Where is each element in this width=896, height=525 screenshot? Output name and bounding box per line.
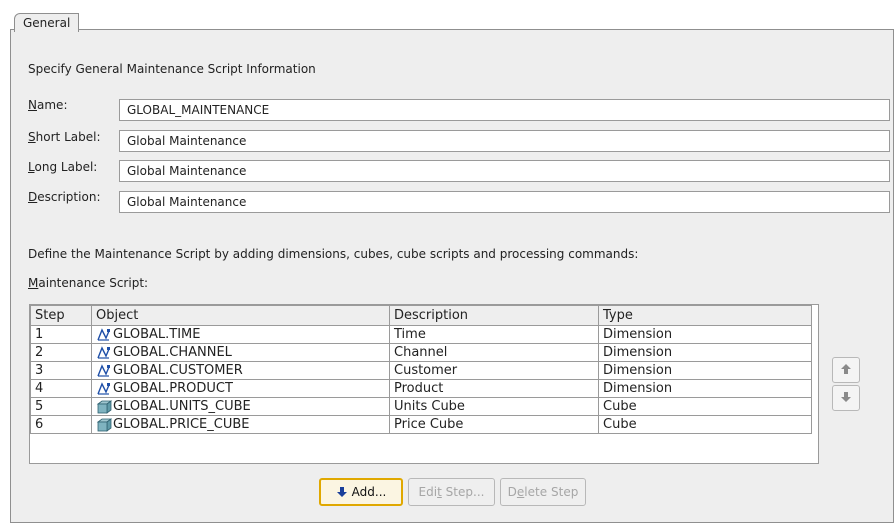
long-label-field[interactable] xyxy=(119,160,890,182)
table-row[interactable]: 1 GLOBAL.TIME Time Dimension xyxy=(30,325,812,344)
table-cell-step: 1 xyxy=(30,325,92,344)
instructions-text: Define the Maintenance Script by adding … xyxy=(28,247,639,261)
name-field[interactable] xyxy=(119,99,890,121)
description-label: Description: xyxy=(28,190,101,204)
table-cell-step: 2 xyxy=(30,343,92,362)
table-cell-step: 5 xyxy=(30,397,92,416)
table-cell-object: GLOBAL.TIME xyxy=(91,325,390,344)
table-cell-description: Units Cube xyxy=(389,397,599,416)
short-label-field[interactable] xyxy=(119,130,890,152)
description-field[interactable] xyxy=(119,191,890,213)
object-name: GLOBAL.CUSTOMER xyxy=(113,363,243,378)
table-cell-object: GLOBAL.PRICE_CUBE xyxy=(91,415,390,434)
object-name: GLOBAL.TIME xyxy=(113,327,201,342)
table-cell-description: Time xyxy=(389,325,599,344)
add-button-label: Add... xyxy=(351,485,387,499)
table-cell-step: 4 xyxy=(30,379,92,398)
table-cell-object: GLOBAL.CHANNEL xyxy=(91,343,390,362)
long-label-label: Long Label: xyxy=(28,160,98,174)
cube-icon xyxy=(96,399,113,414)
column-header-object[interactable]: Object xyxy=(91,305,390,326)
move-up-button[interactable] xyxy=(832,357,860,383)
table-cell-type: Cube xyxy=(598,415,812,434)
object-name: GLOBAL.UNITS_CUBE xyxy=(113,399,251,414)
edit-step-button-label: Edit Step... xyxy=(418,485,485,499)
tab-general[interactable]: General xyxy=(14,13,80,32)
column-header-description[interactable]: Description xyxy=(389,305,599,326)
arrow-down-icon xyxy=(839,390,853,407)
delete-step-button-label: Delete Step xyxy=(507,485,579,499)
dimension-icon xyxy=(96,381,112,396)
move-down-button[interactable] xyxy=(832,385,860,411)
column-header-type[interactable]: Type xyxy=(598,305,812,326)
maintenance-script-table[interactable]: Step Object Description Type 1 GLOBAL.TIM… xyxy=(29,304,819,464)
delete-step-button[interactable]: Delete Step xyxy=(500,478,586,506)
table-cell-type: Dimension xyxy=(598,379,812,398)
table-cell-object: GLOBAL.CUSTOMER xyxy=(91,361,390,380)
table-cell-step: 6 xyxy=(30,415,92,434)
dimension-icon xyxy=(96,345,112,360)
arrow-up-icon xyxy=(839,362,853,379)
table-cell-type: Dimension xyxy=(598,343,812,362)
column-header-step[interactable]: Step xyxy=(30,305,92,326)
dimension-icon xyxy=(96,327,112,342)
table-cell-object: GLOBAL.PRODUCT xyxy=(91,379,390,398)
object-name: GLOBAL.PRODUCT xyxy=(113,381,233,396)
object-name: GLOBAL.CHANNEL xyxy=(113,345,232,360)
object-name: GLOBAL.PRICE_CUBE xyxy=(113,417,250,432)
cube-icon xyxy=(96,417,113,432)
table-cell-description: Customer xyxy=(389,361,599,380)
table-cell-description: Price Cube xyxy=(389,415,599,434)
maintenance-script-label: Maintenance Script: xyxy=(28,276,149,290)
table-cell-object: GLOBAL.UNITS_CUBE xyxy=(91,397,390,416)
arrow-down-icon xyxy=(336,486,348,498)
edit-step-button[interactable]: Edit Step... xyxy=(408,478,495,506)
table-row[interactable]: 3 GLOBAL.CUSTOMER Customer Dimension xyxy=(30,361,812,380)
table-row[interactable]: 5 GLOBAL.UNITS_CUBE Units Cube Cube xyxy=(30,397,812,416)
table-cell-type: Dimension xyxy=(598,325,812,344)
table-row[interactable]: 2 GLOBAL.CHANNEL Channel Dimension xyxy=(30,343,812,362)
table-cell-type: Cube xyxy=(598,397,812,416)
table-cell-description: Channel xyxy=(389,343,599,362)
table-row[interactable]: 6 GLOBAL.PRICE_CUBE Price Cube Cube xyxy=(30,415,812,434)
table-cell-description: Product xyxy=(389,379,599,398)
dimension-icon xyxy=(96,363,112,378)
table-cell-step: 3 xyxy=(30,361,92,380)
table-row[interactable]: 4 GLOBAL.PRODUCT Product Dimension xyxy=(30,379,812,398)
name-label: Name: xyxy=(28,98,68,112)
short-label-label: Short Label: xyxy=(28,130,101,144)
table-cell-type: Dimension xyxy=(598,361,812,380)
section-heading: Specify General Maintenance Script Infor… xyxy=(28,62,316,76)
add-button[interactable]: Add... xyxy=(319,478,403,506)
